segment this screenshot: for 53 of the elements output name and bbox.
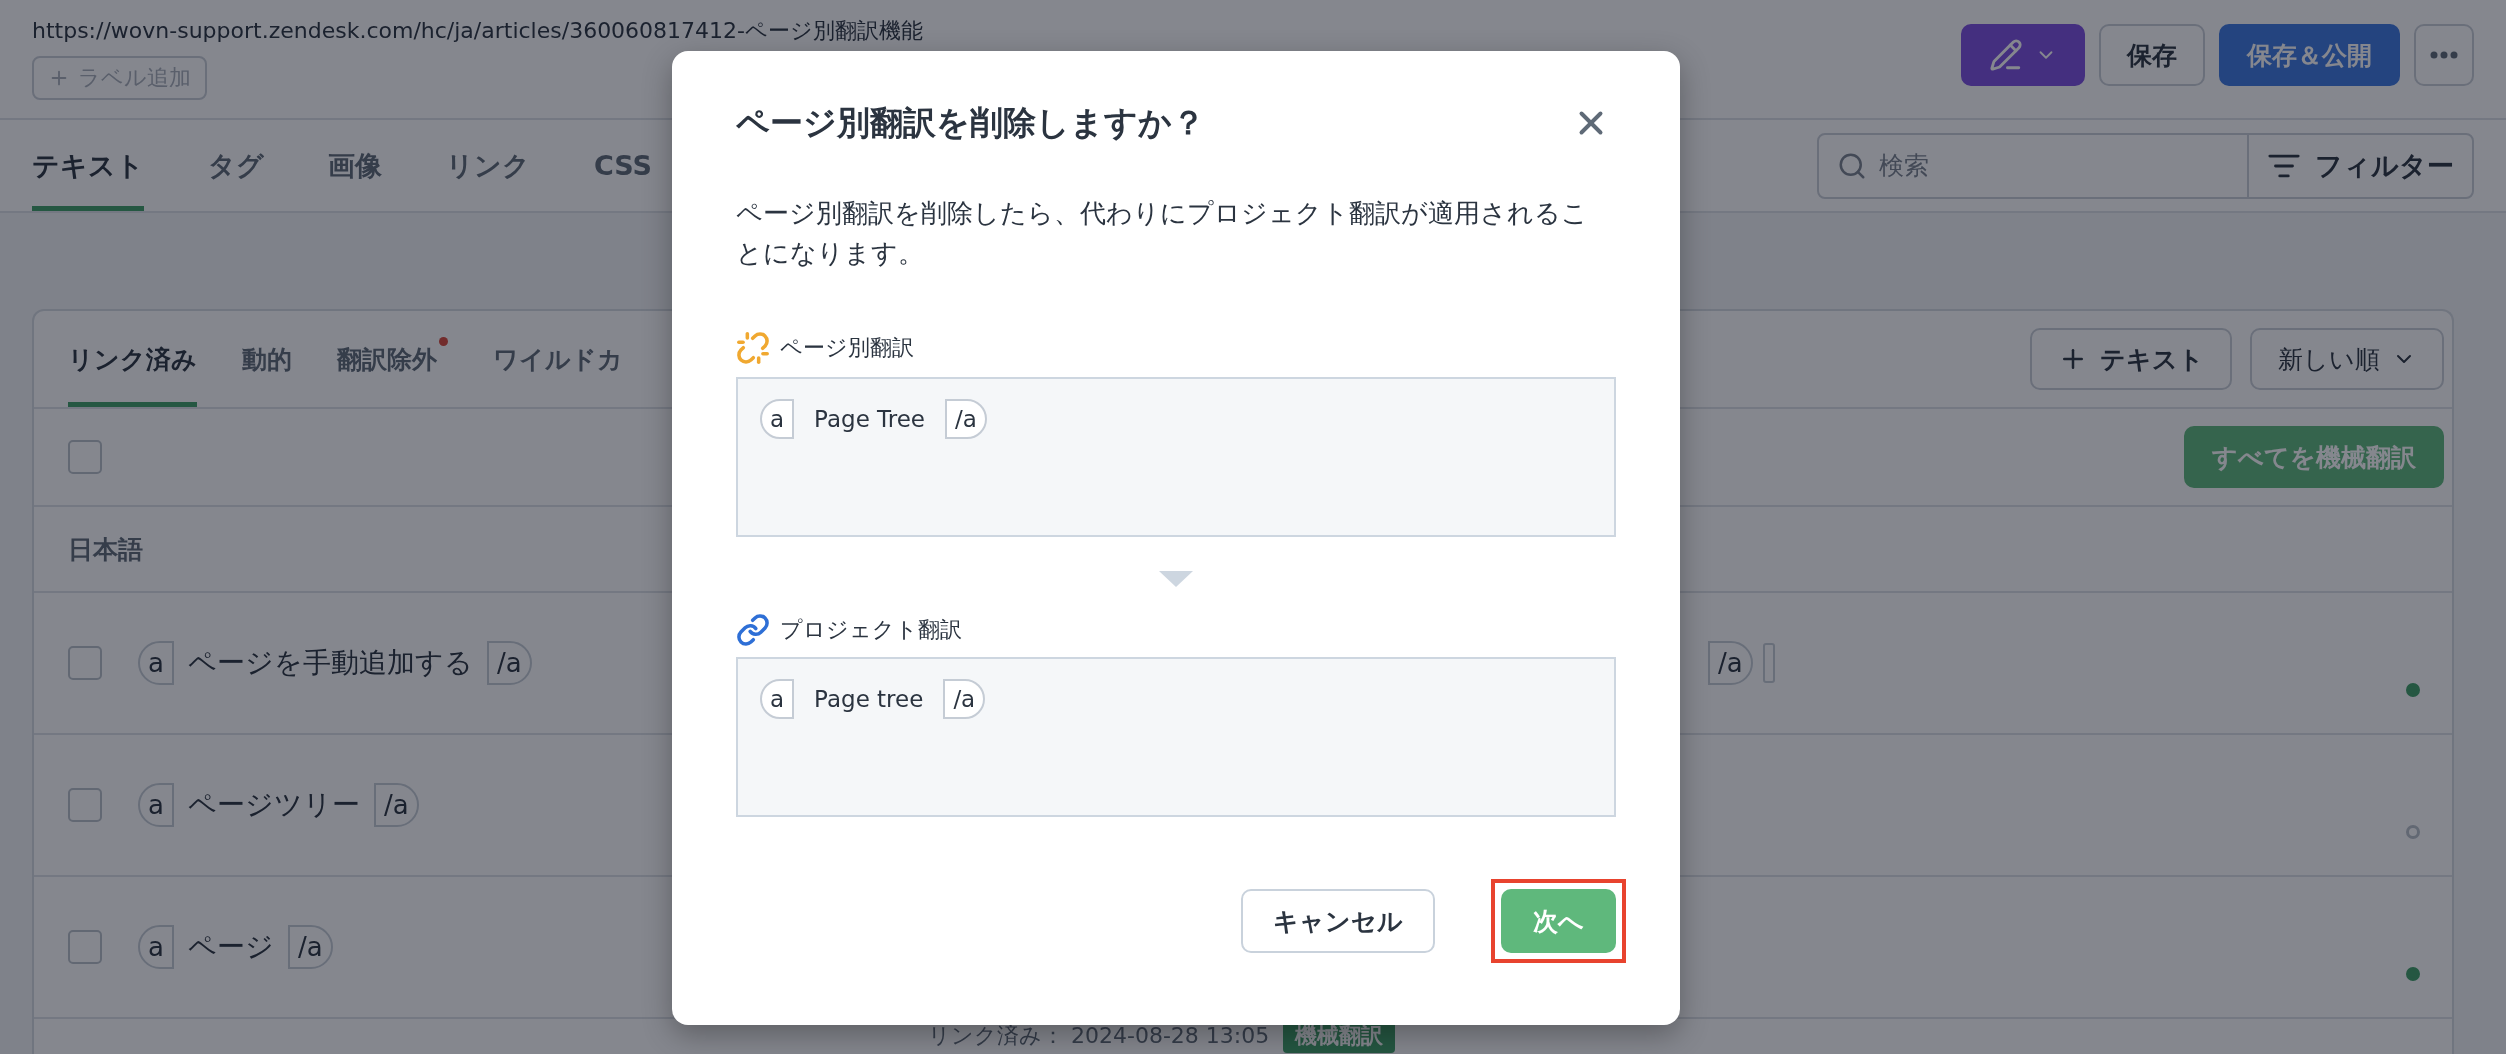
dialog-title: ページ別翻訳を削除しますか？ <box>736 102 1205 144</box>
checkbox[interactable] <box>68 788 102 822</box>
more-button[interactable] <box>2414 24 2474 86</box>
column-header: 日本語 <box>68 533 143 566</box>
next-button[interactable]: 次へ <box>1501 889 1616 953</box>
section-label: ページ別翻訳 <box>780 334 914 362</box>
filter-button[interactable]: フィルター <box>2249 134 2472 197</box>
pencil-icon <box>1989 38 2023 72</box>
tag-chip: /a <box>486 641 532 685</box>
tag-chip: /a <box>373 783 419 827</box>
source-text: ページ <box>187 929 274 965</box>
tag-chip: a <box>138 783 174 827</box>
source-text: ページツリー <box>187 787 360 823</box>
tag-chip: a <box>138 925 174 969</box>
machine-translate-all-button[interactable]: すべてを機械翻訳 <box>2184 426 2444 488</box>
checkbox[interactable] <box>68 440 102 474</box>
link-date: リンク済み： 2024-08-28 13:05 <box>928 1022 1270 1050</box>
broken-link-icon <box>736 331 770 365</box>
more-icon <box>2430 51 2458 59</box>
source-text: ページを手動追加する <box>187 645 473 681</box>
tab[interactable]: CSS <box>594 120 652 211</box>
tab[interactable]: リンク <box>446 120 530 211</box>
tab[interactable]: 動的 <box>242 311 292 407</box>
tab[interactable]: リンク済み <box>68 311 197 407</box>
add-text-button[interactable]: テキスト <box>2030 328 2232 390</box>
translation-text: Page tree <box>814 685 924 714</box>
sort-dropdown[interactable]: 新しい順 <box>2250 328 2444 390</box>
tag-chip: a <box>760 399 795 439</box>
tag-chip: a <box>760 679 795 719</box>
down-triangle-icon <box>1159 571 1193 587</box>
page-url: https://wovn-support.zendesk.com/hc/ja/articles/360060817412-ページ別翻訳機能 <box>32 17 924 45</box>
search-field[interactable]: 検索 <box>1819 134 2249 197</box>
edit-mode-button[interactable] <box>1961 24 2085 86</box>
tag-chip: /a <box>945 399 987 439</box>
tab[interactable]: ワイルドカ <box>493 311 623 407</box>
tab[interactable]: 翻訳除外 <box>337 311 437 407</box>
publish-button[interactable]: 保存＆公開 <box>2219 24 2400 86</box>
save-button[interactable]: 保存 <box>2099 24 2205 86</box>
translation-text: Page Tree <box>814 405 926 434</box>
checkbox[interactable] <box>68 930 102 964</box>
tab[interactable]: タグ <box>208 120 264 211</box>
checkbox[interactable] <box>68 646 102 680</box>
dialog-message: ページ別翻訳を削除したら、代わりにプロジェクト翻訳が適用されることになります。 <box>736 197 1589 270</box>
tag-chip: /a <box>943 679 986 719</box>
tab[interactable]: 画像 <box>328 120 382 211</box>
link-icon <box>736 613 770 647</box>
tag-chip: a <box>138 641 174 685</box>
tag-chip: /a <box>287 925 333 969</box>
cancel-button[interactable]: キャンセル <box>1241 889 1435 953</box>
cursor-marker <box>1762 643 1775 683</box>
tab[interactable]: テキスト <box>32 120 144 211</box>
section-label: プロジェクト翻訳 <box>780 616 962 644</box>
tag-chip: /a <box>1708 641 1753 685</box>
